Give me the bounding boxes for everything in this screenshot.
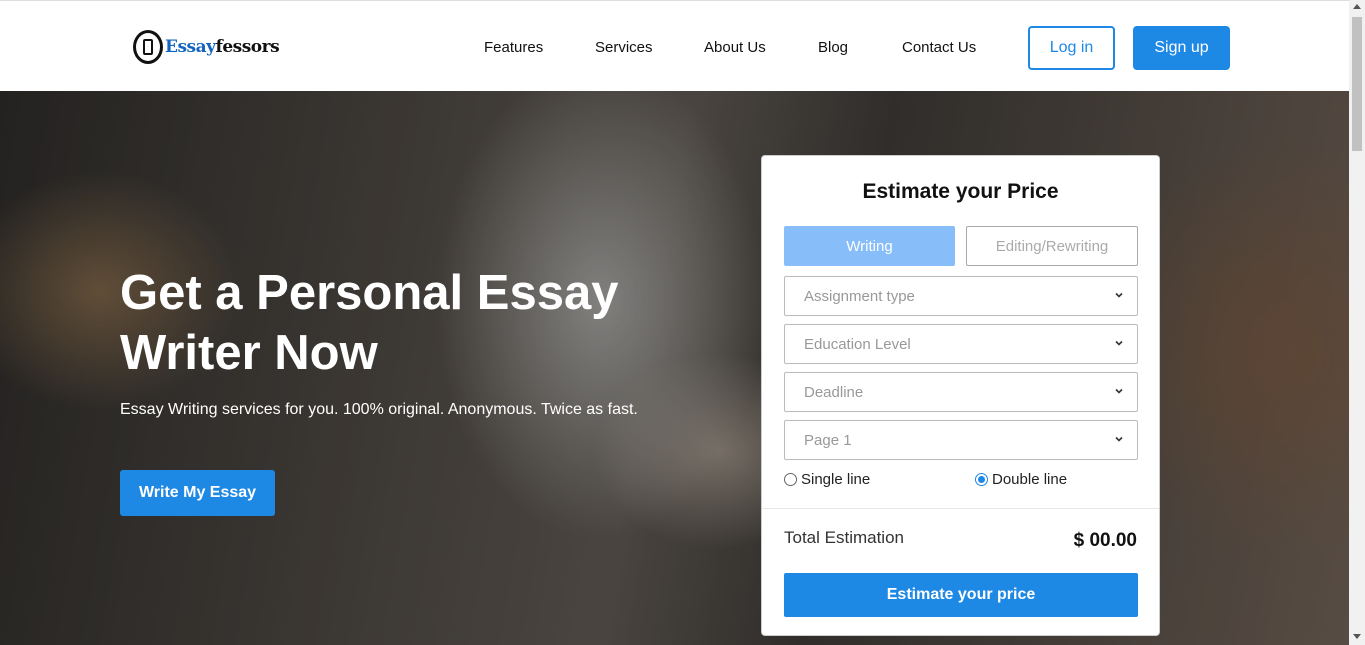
deadline-placeholder: Deadline bbox=[804, 384, 864, 401]
hero-title: Get a Personal Essay Writer Now bbox=[120, 266, 619, 380]
total-estimation-label: Total Estimation bbox=[784, 528, 904, 547]
education-level-placeholder: Education Level bbox=[804, 336, 911, 353]
nav-item-services[interactable]: Services bbox=[595, 39, 653, 56]
vertical-scrollbar[interactable] bbox=[1349, 0, 1365, 645]
write-my-essay-button[interactable]: Write My Essay bbox=[120, 470, 275, 516]
chevron-down-icon bbox=[1115, 436, 1123, 442]
nav-item-contact-us[interactable]: Contact Us bbox=[902, 39, 976, 56]
hero-subtitle: Essay Writing services for you. 100% ori… bbox=[120, 401, 638, 418]
total-estimation-value: $ 00.00 bbox=[1073, 530, 1137, 551]
estimate-price-button[interactable]: Estimate your price bbox=[784, 573, 1138, 617]
site-header: Essayfessors Features Services About Us … bbox=[0, 0, 1349, 91]
estimate-price-card: Estimate your Price Writing Editing/Rewr… bbox=[761, 155, 1160, 636]
scroll-down-icon[interactable] bbox=[1353, 634, 1361, 639]
chevron-down-icon bbox=[1115, 388, 1123, 394]
divider bbox=[762, 508, 1159, 509]
chevron-down-icon bbox=[1115, 292, 1123, 298]
pages-select[interactable]: Page 1 bbox=[784, 420, 1138, 460]
radio-circle bbox=[784, 473, 797, 486]
logo-text-part1: Essay bbox=[165, 37, 216, 57]
pages-placeholder: Page 1 bbox=[804, 432, 852, 449]
estimate-card-title: Estimate your Price bbox=[862, 180, 1059, 203]
logo[interactable]: Essayfessors bbox=[133, 29, 280, 65]
login-button[interactable]: Log in bbox=[1028, 26, 1115, 70]
assignment-type-placeholder: Assignment type bbox=[804, 288, 915, 305]
logo-text-part2: fessors bbox=[215, 37, 280, 57]
nav-item-features[interactable]: Features bbox=[484, 39, 543, 56]
nav-item-about-us[interactable]: About Us bbox=[704, 39, 766, 56]
education-level-select[interactable]: Education Level bbox=[784, 324, 1138, 364]
double-line-label: Double line bbox=[992, 471, 1068, 488]
tab-writing[interactable]: Writing bbox=[784, 226, 955, 266]
chevron-down-icon bbox=[1115, 340, 1123, 346]
deadline-select[interactable]: Deadline bbox=[784, 372, 1138, 412]
logo-icon bbox=[133, 30, 163, 64]
scroll-up-icon[interactable] bbox=[1353, 4, 1361, 9]
scrollbar-thumb[interactable] bbox=[1352, 17, 1362, 151]
tab-editing-rewriting[interactable]: Editing/Rewriting bbox=[966, 226, 1138, 266]
single-line-label: Single line bbox=[801, 471, 871, 488]
logo-text: Essayfessors bbox=[165, 37, 280, 57]
single-line-radio[interactable]: Single line bbox=[784, 471, 870, 488]
double-line-radio[interactable]: Double line bbox=[975, 471, 1067, 488]
signup-button[interactable]: Sign up bbox=[1133, 26, 1230, 70]
radio-circle-checked bbox=[975, 473, 988, 486]
nav-item-blog[interactable]: Blog bbox=[818, 39, 848, 56]
assignment-type-select[interactable]: Assignment type bbox=[784, 276, 1138, 316]
